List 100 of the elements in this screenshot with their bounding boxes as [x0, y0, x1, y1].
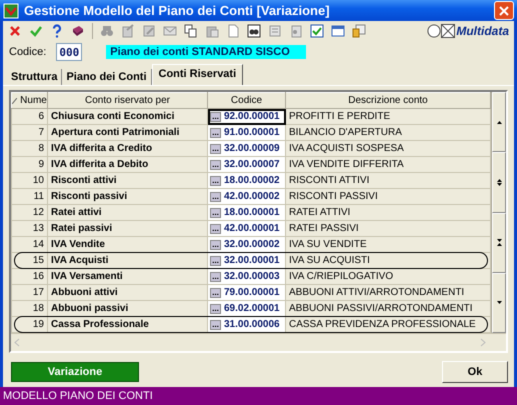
table-cell: 13	[12, 220, 48, 236]
table-cell: 18	[12, 300, 48, 316]
table-cell: 6	[12, 108, 48, 124]
code-cell[interactable]: 42.00.00002	[208, 188, 286, 204]
table-cell: 7	[12, 124, 48, 140]
field-label: Codice:	[9, 46, 46, 58]
code-cell[interactable]: 32.00.00007	[208, 156, 286, 172]
table-cell: Risconti passivi	[48, 188, 208, 204]
table-cell: Abbuoni passivi	[48, 300, 208, 316]
table-cell: 9	[12, 156, 48, 172]
table-cell: IVA Versamenti	[48, 268, 208, 284]
ellipsis-button[interactable]	[210, 176, 221, 186]
table-cell: 10	[12, 172, 48, 188]
table-cell: PROFITTI E PERDITE	[286, 108, 490, 124]
table-cell: 11	[12, 188, 48, 204]
table-cell: 8	[12, 140, 48, 156]
code-cell[interactable]: 92.00.00001	[208, 108, 286, 124]
ellipsis-button[interactable]	[210, 240, 221, 250]
tab[interactable]: Struttura	[7, 69, 62, 85]
table-cell: IVA ACQUISTI SOSPESA	[286, 140, 490, 156]
table-cell: 12	[12, 204, 48, 220]
ellipsis-button[interactable]	[210, 320, 221, 330]
help-icon[interactable]	[50, 24, 64, 38]
table-cell: Ratei passivi	[48, 220, 208, 236]
table-cell: Apertura conti Patrimoniali	[48, 124, 208, 140]
ellipsis-button[interactable]	[210, 128, 221, 138]
table-cell: Ratei attivi	[48, 204, 208, 220]
code-cell[interactable]: 31.00.00006	[208, 316, 286, 332]
table-cell: Risconti attivi	[48, 172, 208, 188]
page-icon[interactable]	[226, 24, 240, 38]
book-icon[interactable]	[71, 24, 85, 38]
table-cell: 16	[12, 268, 48, 284]
double-caret-icon[interactable]	[496, 239, 502, 246]
table-cell: IVA Acquisti	[48, 252, 208, 268]
status-bar: MODELLO PIANO DEI CONTI	[0, 387, 517, 405]
table-cell: IVA VENDITE DIFFERITA	[286, 156, 490, 172]
caret-up-icon[interactable]	[496, 120, 502, 124]
window-title: Gestione Modello del Piano dei Conti [Variazione]	[24, 3, 331, 18]
table-cell: IVA SU VENDITE	[286, 236, 490, 252]
ellipsis-button[interactable]	[210, 304, 221, 314]
close-icon[interactable]	[499, 6, 509, 16]
mode-button[interactable]: Variazione	[11, 362, 139, 382]
code-cell[interactable]: 32.00.00002	[208, 236, 286, 252]
code-cell[interactable]: 79.00.00001	[208, 284, 286, 300]
crossed-box-icon	[441, 24, 456, 38]
code-field[interactable]: 000	[56, 43, 82, 62]
sort-icon	[12, 98, 18, 104]
table-cell: ABBUONI PASSIVI/ARROTONDAMENTI	[286, 300, 490, 316]
close-icon[interactable]	[8, 24, 22, 38]
code-cell[interactable]: 18.00.00002	[208, 172, 286, 188]
table-cell: BILANCIO D'APERTURA	[286, 124, 490, 140]
code-cell[interactable]: 91.00.00001	[208, 124, 286, 140]
column-header[interactable]: Codice	[208, 92, 286, 108]
table-cell: CASSA PREVIDENZA PROFESSIONALE	[286, 316, 490, 332]
tab[interactable]: Conti Riservati	[152, 64, 244, 85]
close-button[interactable]	[494, 1, 514, 20]
table-cell: RISCONTI PASSIVI	[286, 188, 490, 204]
table-cell: Abbuoni attivi	[48, 284, 208, 300]
ellipsis-button[interactable]	[210, 160, 221, 170]
circle-icon	[427, 24, 442, 38]
double-caret-icon[interactable]	[496, 178, 502, 186]
ellipsis-button[interactable]	[210, 256, 221, 266]
table-cell: IVA Vendite	[48, 236, 208, 252]
ellipsis-button[interactable]	[210, 288, 221, 298]
table-cell: IVA differita a Credito	[48, 140, 208, 156]
table-cell: IVA C/RIEPILOGATIVO	[286, 268, 490, 284]
ellipsis-button[interactable]	[210, 208, 221, 218]
ellipsis-button[interactable]	[210, 144, 221, 154]
code-cell[interactable]: 32.00.00003	[208, 268, 286, 284]
table-cell: Cassa Professionale	[48, 316, 208, 332]
ellipsis-button[interactable]	[210, 272, 221, 282]
table-cell: Chiusura conti Economici	[48, 108, 208, 124]
code-cell[interactable]: 18.00.00001	[208, 204, 286, 220]
brand-logo: Multidata	[456, 24, 509, 38]
ellipsis-button[interactable]	[210, 192, 221, 202]
column-header[interactable]: Nume	[12, 92, 48, 108]
table-cell: RISCONTI ATTIVI	[286, 172, 490, 188]
table-cell: ABBUONI ATTIVI/ARROTONDAMENTI	[286, 284, 490, 300]
check-icon[interactable]	[29, 24, 43, 38]
ellipsis-button[interactable]	[210, 112, 221, 122]
table-cell: RATEI ATTIVI	[286, 204, 490, 220]
code-cell[interactable]: 42.00.00001	[208, 220, 286, 236]
table-cell: 14	[12, 236, 48, 252]
code-cell[interactable]: 32.00.00009	[208, 140, 286, 156]
table-cell: IVA SU ACQUISTI	[286, 252, 490, 268]
code-cell[interactable]: 69.02.00001	[208, 300, 286, 316]
table-cell: RATEI PASSIVI	[286, 220, 490, 236]
ellipsis-button[interactable]	[210, 224, 221, 234]
caret-down-icon[interactable]	[496, 301, 502, 304]
app-icon	[3, 2, 19, 19]
checkbox-icon[interactable]	[310, 24, 324, 38]
description-field: Piano dei conti STANDARD SISCO	[106, 45, 306, 60]
ok-button[interactable]: Ok	[442, 361, 508, 383]
copy-icon[interactable]	[184, 24, 198, 38]
code-cell[interactable]: 32.00.00001	[208, 252, 286, 268]
table-cell: IVA differita a Debito	[48, 156, 208, 172]
window-icon[interactable]	[331, 24, 345, 38]
column-header[interactable]: Descrizione conto	[286, 92, 490, 108]
table-cell: 17	[12, 284, 48, 300]
column-header[interactable]: Conto riservato per	[48, 92, 208, 108]
